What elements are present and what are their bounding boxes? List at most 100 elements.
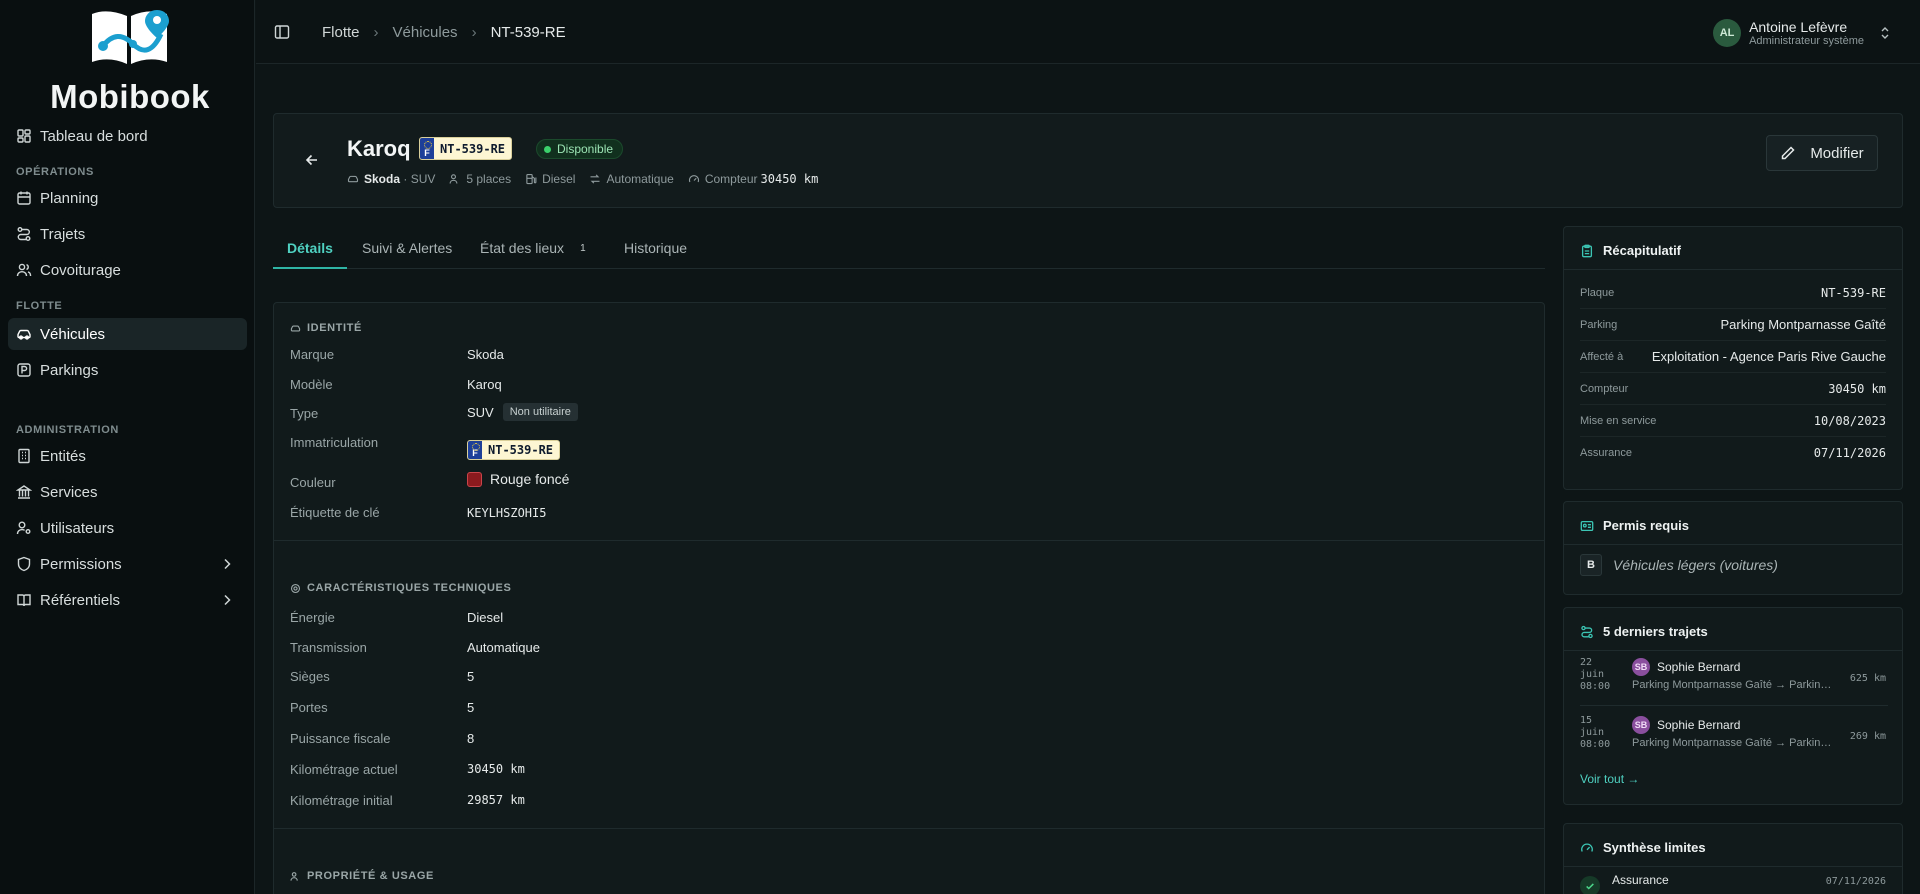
trip-row[interactable]: 22 juin 08:00 SB Sophie Bernard Parking … bbox=[1580, 657, 1886, 709]
sidebar-item-label: Entités bbox=[40, 447, 86, 465]
id-card-icon bbox=[1580, 520, 1594, 531]
clipboard-icon bbox=[1581, 244, 1593, 257]
trip-distance: 625 km bbox=[1849, 673, 1886, 684]
divider bbox=[274, 540, 1544, 541]
limits-title-text: Synthèse limites bbox=[1603, 840, 1706, 855]
label-transmission: Transmission bbox=[290, 640, 367, 655]
sidebar-item-label: Véhicules bbox=[40, 325, 106, 343]
tab-count-badge: 1 bbox=[580, 242, 586, 254]
meta-brand-name: Skoda bbox=[364, 172, 401, 186]
sidebar: Mobibook Tableau de bord OPÉRATIONS Plan… bbox=[0, 0, 255, 894]
recap-key: Affecté à bbox=[1580, 350, 1624, 363]
chevron-right-icon: › bbox=[471, 24, 477, 41]
vehicle-title: Karoq bbox=[347, 136, 411, 161]
label-portes: Portes bbox=[290, 700, 328, 715]
vehicle-header-card: Karoq F NT-539-RE Disponible Skoda · SUV… bbox=[273, 113, 1903, 208]
edit-button[interactable]: Modifier bbox=[1766, 135, 1878, 171]
value-type: SUV Non utilitaire bbox=[467, 403, 578, 421]
tab-details[interactable]: Détails bbox=[273, 228, 347, 269]
sidebar-item-label: Parkings bbox=[40, 361, 99, 379]
plate-number: NT-539-RE bbox=[440, 141, 506, 156]
divider bbox=[1580, 705, 1888, 706]
trip-month: juin bbox=[1580, 727, 1605, 738]
trip-date: 15 juin 08:00 bbox=[1580, 715, 1620, 751]
meta-category: · SUV bbox=[403, 172, 436, 186]
permis-item: B Véhicules légers (voitures) bbox=[1580, 554, 1778, 576]
divider bbox=[1564, 650, 1902, 651]
bank-icon bbox=[16, 484, 32, 500]
route-icon bbox=[16, 226, 32, 242]
breadcrumb-flotte[interactable]: Flotte bbox=[322, 24, 360, 41]
details-card: IDENTITÉ Marque Skoda Modèle Karoq Type … bbox=[273, 302, 1545, 894]
sidebar-item-trajets[interactable]: Trajets bbox=[8, 218, 247, 250]
sidebar-item-services[interactable]: Services bbox=[8, 476, 247, 508]
vehicle-meta: Skoda · SUV 5 places Diesel Automatique … bbox=[347, 172, 832, 186]
sidebar-item-planning[interactable]: Planning bbox=[8, 182, 247, 214]
user-name: Antoine Lefèvre bbox=[1749, 19, 1848, 35]
user-role: Administrateur système bbox=[1749, 35, 1864, 47]
trip-route: Parking Montparnasse Gaîté → Parking Mon… bbox=[1632, 679, 1837, 691]
licence-plate: F NT-539-RE bbox=[467, 440, 561, 460]
meta-counter: Compteur 30450 km bbox=[688, 172, 818, 186]
sidebar-section-operations: OPÉRATIONS bbox=[16, 166, 94, 178]
trip-time: 08:00 bbox=[1580, 739, 1611, 750]
label-couleur: Couleur bbox=[290, 475, 336, 490]
value-sieges: 5 bbox=[467, 669, 475, 684]
type-text: SUV bbox=[467, 404, 494, 420]
permis-title: Permis requis bbox=[1580, 518, 1689, 533]
trip-day: 15 bbox=[1580, 715, 1593, 726]
sidebar-item-permissions[interactable]: Permissions bbox=[8, 548, 247, 580]
plate-number: NT-539-RE bbox=[488, 443, 554, 457]
meta-seats-text: 5 places bbox=[466, 172, 512, 186]
back-arrow-icon[interactable] bbox=[304, 152, 320, 168]
value-km-initial: 29857 km bbox=[467, 793, 525, 807]
parking-icon bbox=[16, 362, 32, 378]
recap-key: Plaque bbox=[1580, 286, 1615, 299]
meta-seats: 5 places bbox=[449, 172, 511, 186]
sidebar-item-parkings[interactable]: Parkings bbox=[8, 354, 247, 386]
user-menu[interactable]: AL Antoine Lefèvre Administrateur systèm… bbox=[1713, 19, 1892, 47]
value-km-actuel: 30450 km bbox=[467, 762, 525, 776]
sidebar-item-utilisateurs[interactable]: Utilisateurs bbox=[8, 512, 247, 544]
trip-month: juin bbox=[1580, 669, 1605, 680]
sidebar-item-vehicules[interactable]: Véhicules bbox=[8, 318, 247, 350]
grid-icon bbox=[16, 128, 32, 144]
tab-bar: Détails Suivi & Alertes État des lieux 1… bbox=[273, 228, 1545, 269]
tab-etat-des-lieux[interactable]: État des lieux 1 bbox=[480, 228, 586, 268]
sidebar-item-dashboard[interactable]: Tableau de bord bbox=[8, 120, 247, 152]
recap-row-assurance: Assurance 07/11/2026 bbox=[1580, 437, 1886, 469]
recap-title: Récapitulatif bbox=[1580, 243, 1681, 258]
tab-historique[interactable]: Historique bbox=[624, 228, 687, 268]
pencil-icon bbox=[1782, 146, 1795, 160]
sidebar-section-flotte: FLOTTE bbox=[16, 300, 63, 312]
limit-item-label: Assurance bbox=[1612, 873, 1669, 887]
value-transmission: Automatique bbox=[467, 640, 540, 655]
divider bbox=[1564, 269, 1902, 270]
section-tech-title: CARACTÉRISTIQUES TECHNIQUES bbox=[290, 582, 511, 594]
licence-label: Véhicules légers (voitures) bbox=[1613, 557, 1778, 573]
divider bbox=[1564, 866, 1902, 867]
section-identite-title: IDENTITÉ bbox=[290, 322, 362, 334]
tab-etat-label: État des lieux bbox=[480, 240, 565, 256]
tab-suivi-alertes[interactable]: Suivi & Alertes bbox=[362, 228, 452, 268]
sidebar-item-covoiturage[interactable]: Covoiturage bbox=[8, 254, 247, 286]
breadcrumb-vehicules[interactable]: Véhicules bbox=[393, 24, 458, 41]
trip-row[interactable]: 15 juin 08:00 SB Sophie Bernard Parking … bbox=[1580, 715, 1886, 767]
recap-card: Récapitulatif Plaque NT-539-RE Parking P… bbox=[1563, 226, 1903, 490]
top-bar: Flotte › Véhicules › NT-539-RE AL Antoin… bbox=[256, 0, 1920, 64]
label-energie: Énergie bbox=[290, 610, 335, 625]
app-logo[interactable]: Mobibook bbox=[50, 6, 210, 115]
see-all-trips-link[interactable]: Voir tout → bbox=[1580, 772, 1639, 786]
app-name: Mobibook bbox=[50, 78, 210, 115]
sidebar-toggle-icon[interactable] bbox=[274, 24, 290, 40]
sidebar-item-referentiels[interactable]: Référentiels bbox=[8, 584, 247, 616]
gauge-icon bbox=[688, 175, 699, 183]
section-title-text: PROPRIÉTÉ & USAGE bbox=[307, 870, 434, 882]
value-couleur: Rouge foncé bbox=[467, 471, 569, 487]
recap-row-compteur: Compteur 30450 km bbox=[1580, 373, 1886, 405]
label-type: Type bbox=[290, 406, 319, 421]
calendar-icon bbox=[16, 190, 32, 206]
sidebar-item-entites[interactable]: Entités bbox=[8, 440, 247, 472]
sidebar-item-label: Services bbox=[40, 483, 98, 501]
label-cle: Étiquette de clé bbox=[290, 505, 380, 520]
